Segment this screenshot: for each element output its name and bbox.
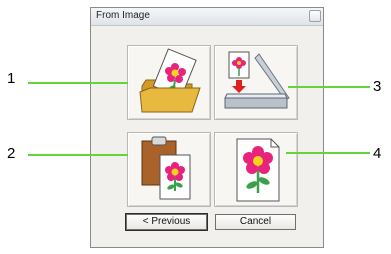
scanner-icon — [224, 51, 290, 109]
paste-from-clipboard-button[interactable] — [127, 132, 211, 207]
leader-line-1 — [28, 82, 128, 84]
leader-line-2 — [28, 154, 128, 156]
window-title: From Image — [96, 10, 150, 21]
close-icon[interactable] — [309, 10, 321, 22]
callout-3: 3 — [373, 78, 382, 95]
scan-image-button[interactable] — [214, 45, 298, 120]
clipboard-icon — [141, 136, 191, 200]
leader-line-4 — [286, 152, 370, 154]
callout-1: 1 — [7, 70, 16, 87]
open-image-file-button[interactable] — [127, 45, 211, 120]
cancel-button[interactable]: Cancel — [215, 214, 296, 230]
from-image-dialog: From Image < Previous Cancel — [90, 7, 324, 248]
leader-line-3 — [288, 86, 370, 88]
folder-image-icon — [139, 48, 201, 113]
callout-2: 2 — [7, 145, 16, 162]
previous-button[interactable]: < Previous — [126, 214, 207, 230]
callout-4: 4 — [373, 145, 382, 162]
title-bar: From Image — [91, 8, 323, 26]
image-page-button[interactable] — [214, 132, 298, 207]
flower-page-icon — [236, 138, 280, 202]
